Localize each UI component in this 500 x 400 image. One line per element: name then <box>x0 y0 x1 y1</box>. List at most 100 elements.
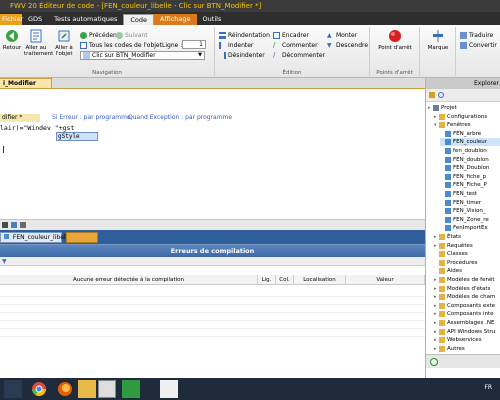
tree-item[interactable]: FEN_doublon <box>440 156 500 164</box>
tree-item[interactable]: Classes <box>434 250 500 258</box>
process-tab[interactable]: difier * <box>0 114 40 122</box>
tree-item[interactable]: ▸ Projet <box>428 104 500 112</box>
tree-item-label: Autres <box>447 345 465 352</box>
toolbar-icon-2[interactable] <box>11 222 17 228</box>
code-editor[interactable]: difier * Si Erreur : par programme Quand… <box>0 89 425 219</box>
tree-item[interactable]: FenImportEx <box>440 224 500 232</box>
quand-exception-link[interactable]: Quand Exception : par programme <box>128 114 232 122</box>
tree-item[interactable]: FEN_timer <box>440 199 500 207</box>
commenter-button[interactable]: / Commenter <box>273 41 318 50</box>
folder-icon <box>439 277 445 283</box>
tree-item[interactable]: FEN_couleur <box>440 138 500 147</box>
tab-tests-automatiques[interactable]: Tests automatiques <box>48 14 123 25</box>
tree-item[interactable]: ▸ Configurations <box>434 113 500 121</box>
tree-item[interactable]: Procédures <box>434 259 500 267</box>
tree-item[interactable]: ▸ États <box>434 233 500 241</box>
tree-item[interactable]: FEN_Fiche_P <box>440 181 500 189</box>
process-bar: difier * Si Erreur : par programme Quand… <box>0 114 425 122</box>
project-explorer: Explorer ▸ Projet ▸ Configurations ▾ Fenêtres… <box>425 78 500 378</box>
tree-item[interactable]: FEN_Zone_re <box>440 216 500 224</box>
decommenter-button[interactable]: / Décommenter <box>273 51 325 60</box>
aller-objet-button[interactable]: Aller à l'objet <box>52 29 76 57</box>
code-line[interactable]: lair)="Windev "+gst <box>0 124 74 132</box>
tree-item[interactable]: FEN_arbre <box>440 130 500 138</box>
col-localisation[interactable]: Localisation <box>294 275 346 285</box>
chrome-icon[interactable] <box>30 380 48 398</box>
toolbar-icon-1[interactable] <box>2 222 8 228</box>
tree-item[interactable]: ▸ Modèles d'états <box>434 285 500 293</box>
suivant-button[interactable]: Suivant <box>116 31 148 40</box>
tree-item[interactable]: FEN_fiche_p <box>440 173 500 181</box>
indenter-button[interactable]: Indenter <box>219 41 253 50</box>
precedent-button[interactable]: Précédent <box>80 31 119 40</box>
start-icon[interactable] <box>4 380 22 398</box>
si-erreur-link[interactable]: Si Erreur : par programme <box>52 114 131 122</box>
outdent-icon <box>219 52 226 59</box>
tree-item[interactable]: fen_doublon <box>440 147 500 155</box>
col-message[interactable]: Aucune erreur détectée à la compilation <box>0 275 258 285</box>
code-tab[interactable]: i_Modifier <box>0 78 52 89</box>
ligne-input[interactable]: 1 <box>182 40 206 49</box>
tree-item[interactable]: ▸ Composants inte <box>434 310 500 318</box>
tree-item[interactable]: ▾ Fenêtres <box>434 121 500 129</box>
point-arret-button[interactable]: Point d'arrêt <box>375 29 415 51</box>
process-combo[interactable]: Clic sur BTN_Modifier ▼ <box>80 51 205 60</box>
tree-item-label: FEN_timer <box>453 199 482 206</box>
tous-codes-button[interactable]: Tous les codes de l'objet <box>80 41 162 50</box>
retour-button[interactable]: Retour <box>0 29 24 51</box>
toolbar-icon-3[interactable] <box>20 222 26 228</box>
tree-item[interactable]: Aides <box>434 267 500 275</box>
tree-item-label: Classes <box>447 251 468 258</box>
pane-tab-fen-couleur[interactable]: FEN_couleur_libelle <box>0 232 71 243</box>
traduire-button[interactable]: Traduire <box>460 31 493 40</box>
convertir-button[interactable]: Convertir <box>460 41 497 50</box>
language-indicator[interactable]: FR <box>484 384 492 391</box>
decommenter-label: Décommenter <box>282 52 325 59</box>
folder-icon[interactable] <box>78 380 96 398</box>
tree-item[interactable]: ▸ Assemblages .NE <box>434 319 500 327</box>
folder-icon <box>439 320 445 326</box>
autocomplete-popup[interactable]: gStyle <box>56 132 98 141</box>
tab-outils[interactable]: Outils <box>197 14 228 25</box>
tab-code[interactable]: Code <box>123 14 154 25</box>
search-icon[interactable] <box>430 358 438 366</box>
tree-item[interactable]: FEN_test <box>440 190 500 198</box>
filter-icon[interactable]: ▼ <box>2 258 7 265</box>
firefox-logo-icon <box>58 382 72 396</box>
monter-button[interactable]: ▲ Monter <box>327 31 357 40</box>
tab-gds[interactable]: GDS <box>22 14 48 25</box>
tab-affichage[interactable]: Affichage <box>154 14 197 25</box>
windev-icon[interactable] <box>98 380 116 398</box>
tree-item[interactable]: ▸ Modèles de cham <box>434 293 500 301</box>
reindentation-button[interactable]: Réindentation <box>219 31 270 40</box>
tree-item[interactable]: ▸ API Windows Stru <box>434 328 500 336</box>
tree-item[interactable]: FEN_Doublon <box>440 164 500 172</box>
col-valeur[interactable]: Valeur <box>346 275 425 285</box>
tree-item[interactable]: FEN_Vision_ <box>440 207 500 215</box>
aller-traitement-button[interactable]: Aller au traitement <box>24 29 53 57</box>
tree-item[interactable]: ▸ Autres <box>434 345 500 353</box>
encadrer-button[interactable]: Encadrer <box>273 31 309 40</box>
text-cursor <box>3 146 4 153</box>
folder-icon <box>439 122 445 129</box>
col-lig[interactable]: Lig. <box>258 275 276 285</box>
search-icon[interactable] <box>438 92 444 98</box>
desindenter-button[interactable]: Désindenter <box>219 51 265 60</box>
tree-item[interactable]: ▸ Webservices <box>434 336 500 344</box>
marque-button[interactable]: Marque <box>424 29 452 51</box>
tab-fichier[interactable]: Fichier <box>0 14 23 25</box>
col-col[interactable]: Col. <box>276 275 294 285</box>
firefox-icon[interactable] <box>56 380 74 398</box>
tree-item[interactable]: ▸ Composants exte <box>434 302 500 310</box>
filter-icon[interactable] <box>429 92 435 98</box>
app-c-icon-1[interactable] <box>122 380 140 398</box>
all-code-icon <box>80 42 87 49</box>
tree-item[interactable]: ▸ Requêtes <box>434 242 500 250</box>
pane-tab-label: FEN_couleur_libelle <box>12 234 71 241</box>
tree-item[interactable]: ▸ Modèles de fenêt <box>434 276 500 284</box>
descendre-button[interactable]: ▼ Descendre <box>327 41 368 50</box>
app-c-icon-2[interactable] <box>160 380 178 398</box>
pane-tab-secondary[interactable] <box>66 232 98 243</box>
translate-icon <box>460 32 467 39</box>
ligne-label: Ligne : <box>162 42 183 49</box>
